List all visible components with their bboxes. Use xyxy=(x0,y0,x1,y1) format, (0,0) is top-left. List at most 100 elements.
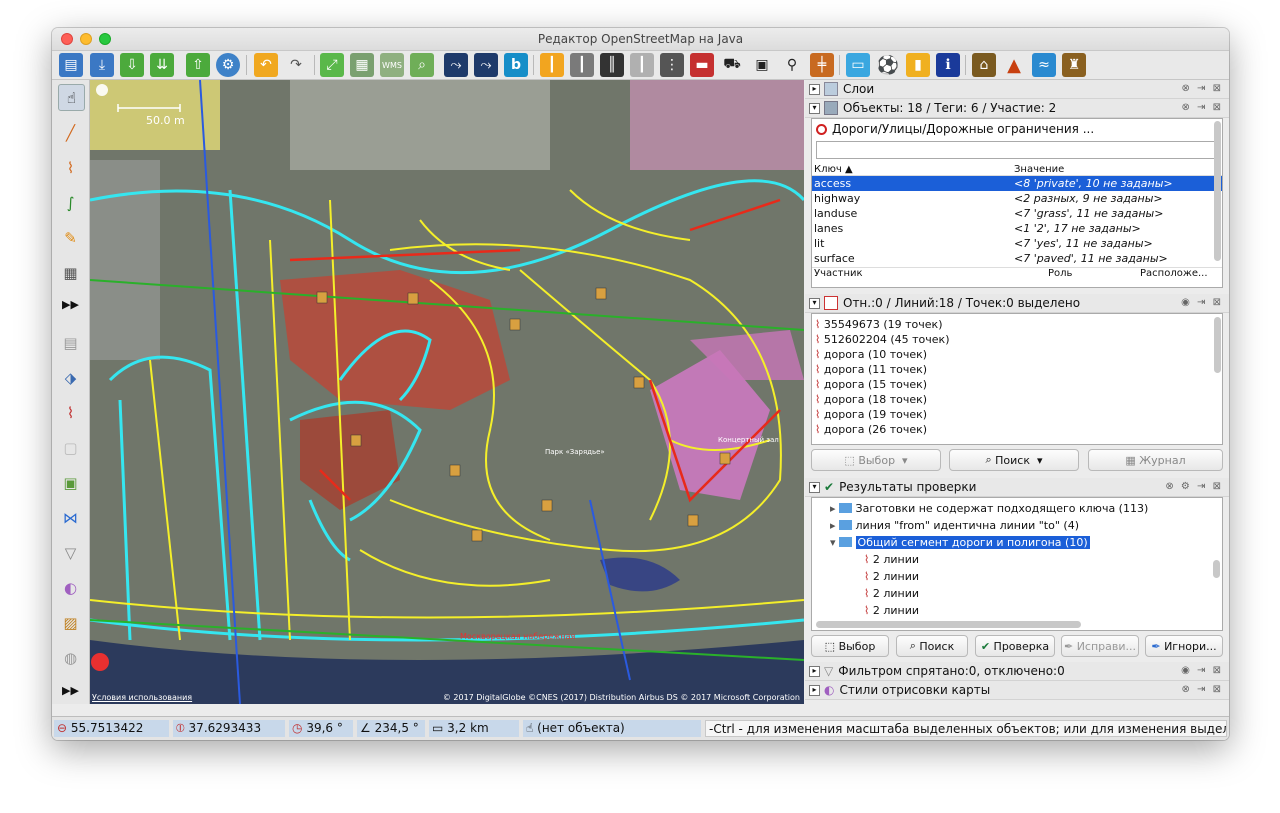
validate-button[interactable]: ✔ Проверка xyxy=(975,635,1055,657)
list-item[interactable]: ⌇ 35549673 (19 точек) xyxy=(812,317,1222,332)
bicycle-icon[interactable]: ⚲ xyxy=(780,53,804,77)
way-select-icon[interactable]: ⌇ xyxy=(58,400,83,425)
table-row[interactable]: access <8 'private', 10 не заданы> xyxy=(812,176,1222,191)
barrier-icon[interactable]: ▬ xyxy=(690,53,714,77)
fix-button[interactable]: ✒ Исправи... xyxy=(1061,635,1139,657)
expand-icon[interactable]: ▸ xyxy=(809,83,820,95)
improve-way-icon[interactable]: ∫ xyxy=(58,190,83,215)
map-canvas[interactable] xyxy=(90,80,804,704)
list-item[interactable]: ⌇ дорога (11 точек) xyxy=(812,362,1222,377)
layers-stack-icon[interactable]: ▤ xyxy=(58,330,83,355)
scrollbar[interactable] xyxy=(1213,560,1220,578)
bus-icon[interactable]: ▣ xyxy=(750,53,774,77)
upload-icon[interactable]: ⇧ xyxy=(186,53,210,77)
football-icon[interactable]: ⚽ xyxy=(876,53,900,77)
styles-panel-header[interactable]: ▸ ◐ Стили отрисовки карты ⊗ ⇥ ⊠ xyxy=(805,681,1229,700)
tree-item[interactable]: ▾ Общий сегмент дороги и полигона (10) xyxy=(812,535,1222,550)
hotel-icon[interactable]: ▭ xyxy=(846,53,870,77)
tag-filter-input[interactable] xyxy=(816,141,1218,159)
scrollbar[interactable] xyxy=(1214,121,1221,261)
tree-item[interactable]: ⌇ 2 линии xyxy=(812,569,1222,584)
car-icon[interactable]: ⛟ xyxy=(720,53,744,77)
wms-icon[interactable]: WMS xyxy=(380,53,404,77)
search-zoom-icon[interactable]: ⌕ xyxy=(410,53,434,77)
value-column-header[interactable]: Значение xyxy=(1014,164,1064,175)
shop-icon[interactable]: ▮ xyxy=(906,53,930,77)
selection-panel-header[interactable]: ▾ Отн.:0 / Линий:18 / Точек:0 выделено ◉… xyxy=(805,294,1229,313)
list-item[interactable]: ⌇ дорога (10 точек) xyxy=(812,347,1222,362)
table-row[interactable]: highway <2 разных, 9 не заданы> xyxy=(812,191,1222,206)
collapse-icon[interactable]: ▾ xyxy=(809,102,820,114)
road-dark-icon[interactable]: ║ xyxy=(600,53,624,77)
select-button[interactable]: ⬚ Выбор ▾ xyxy=(811,449,941,471)
traffic-signal-icon[interactable]: ⋮ xyxy=(660,53,684,77)
more-tools-icon[interactable]: ▶▶ xyxy=(58,678,83,703)
zoom-to-data-icon[interactable]: ⤢ xyxy=(320,53,344,77)
castle-icon[interactable]: ♜ xyxy=(1062,53,1086,77)
industrial-icon[interactable]: ⌂ xyxy=(972,53,996,77)
draw-polyline-icon[interactable]: ⌇ xyxy=(58,155,83,180)
search-button[interactable]: ⌕ Поиск ▾ xyxy=(949,449,1079,471)
expand-icon[interactable]: ▸ xyxy=(809,665,820,677)
collapse-icon[interactable]: ▾ xyxy=(809,297,820,309)
table-row[interactable]: lit <7 'yes', 11 не заданы> xyxy=(812,236,1222,251)
open-file-icon[interactable]: ▤ xyxy=(59,53,83,77)
list-item[interactable]: ⌇ дорога (19 точек) xyxy=(812,407,1222,422)
panel-buttons[interactable]: ◉ ⇥ ⊠ xyxy=(1181,297,1223,308)
list-item[interactable]: ⌇ 512602204 (45 точек) xyxy=(812,332,1222,347)
list-item[interactable]: ⌇ дорога (26 точек) xyxy=(812,422,1222,437)
pencil-icon[interactable]: ✎ xyxy=(58,225,83,250)
map-paint-icon[interactable]: ▨ xyxy=(58,610,83,635)
map-view[interactable]: 50.0 m Парк «Зарядье» Концертный зал Мос… xyxy=(90,80,804,704)
position-column-header[interactable]: Расположе... xyxy=(1140,268,1208,279)
validation-panel-header[interactable]: ▾ ✔ Результаты проверки ⊗ ⚙ ⇥ ⊠ xyxy=(805,478,1229,497)
role-column-header[interactable]: Роль xyxy=(1048,268,1140,279)
mountain-icon[interactable]: ▲ xyxy=(1002,53,1026,77)
collapse-icon[interactable]: ▾ xyxy=(809,481,820,493)
tree-item[interactable]: ⌇ 2 линии xyxy=(812,603,1222,618)
undo-icon[interactable]: ↶ xyxy=(254,53,278,77)
panel-buttons[interactable]: ⊗ ⇥ ⊠ xyxy=(1182,102,1224,113)
panel-buttons[interactable]: ⊗ ⇥ ⊠ xyxy=(1182,684,1224,695)
member-column-header[interactable]: Участник xyxy=(812,268,1048,279)
preferences-icon[interactable]: ⚙ xyxy=(216,53,240,77)
tree-item[interactable]: ▸ линия "from" идентична линии "to" (4) xyxy=(812,518,1222,533)
table-row[interactable]: lanes <1 '2', 17 не заданы> xyxy=(812,221,1222,236)
terms-link[interactable]: Условия использования xyxy=(92,693,192,702)
route2-icon[interactable]: ⤳ xyxy=(474,53,498,77)
validator-icon[interactable]: ▢ xyxy=(58,435,83,460)
filter-icon[interactable]: ▽ xyxy=(58,540,83,565)
table-row[interactable]: surface <7 'paved', 11 не заданы> xyxy=(812,251,1222,266)
info-icon[interactable]: ℹ xyxy=(936,53,960,77)
panel-buttons[interactable]: ⊗ ⇥ ⊠ xyxy=(1182,83,1224,94)
open-location-icon[interactable]: ⤓ xyxy=(90,53,114,77)
tree-item[interactable]: ⌇ 2 линии xyxy=(812,552,1222,567)
globe-icon[interactable]: ◍ xyxy=(58,645,83,670)
ignore-button[interactable]: ✒ Игнори... xyxy=(1145,635,1223,657)
list-item[interactable]: ⌇ дорога (18 точек) xyxy=(812,392,1222,407)
horizontal-scrollbar[interactable] xyxy=(816,621,1081,628)
road-light-icon[interactable]: ┃ xyxy=(630,53,654,77)
download-icon[interactable]: ⇩ xyxy=(120,53,144,77)
list-item[interactable]: ⌇ дорога (15 точек) xyxy=(812,377,1222,392)
panel-buttons[interactable]: ◉ ⇥ ⊠ xyxy=(1181,665,1223,676)
select-tool-icon[interactable]: ☝ xyxy=(58,84,85,111)
layers-panel-header[interactable]: ▸ Слои ⊗ ⇥ ⊠ xyxy=(805,80,1229,99)
imagery-adjust-icon[interactable]: ▣ xyxy=(58,470,83,495)
expand-icon[interactable]: ▸ xyxy=(809,684,820,696)
tag-icon[interactable]: ⬗ xyxy=(58,365,83,390)
tree-item[interactable]: ▸ Заготовки не содержат подходящего ключ… xyxy=(812,501,1222,516)
tree-item[interactable]: ⌇ 2 линии xyxy=(812,586,1222,601)
draw-line-icon[interactable]: ╱ xyxy=(58,120,83,145)
palette-icon[interactable]: ◐ xyxy=(58,575,83,600)
properties-panel-header[interactable]: ▾ Объекты: 18 / Теги: 6 / Участие: 2 ⊗ ⇥… xyxy=(805,99,1229,118)
building-icon[interactable]: ▦ xyxy=(58,260,83,285)
key-column-header[interactable]: Ключ ▲ xyxy=(812,164,1014,175)
merge-icon[interactable]: ⋈ xyxy=(58,505,83,530)
bing-icon[interactable]: b xyxy=(504,53,528,77)
preset-link[interactable]: Дороги/Улицы/Дорожные ограничения ... xyxy=(812,119,1222,139)
select-button[interactable]: ⬚ Выбор xyxy=(811,635,889,657)
table-row[interactable]: landuse <7 'grass', 11 не заданы> xyxy=(812,206,1222,221)
route-icon[interactable]: ⤳ xyxy=(444,53,468,77)
road-grey-icon[interactable]: ┃ xyxy=(570,53,594,77)
